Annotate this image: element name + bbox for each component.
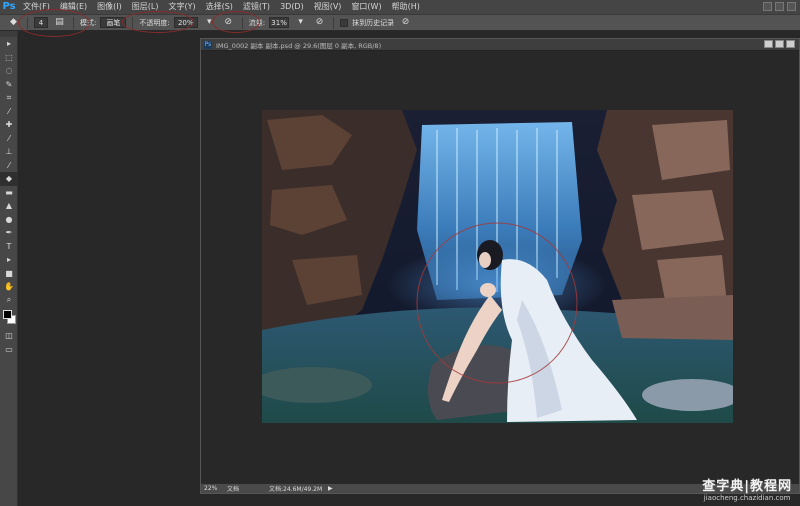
watermark-title: 查字典|教程网 bbox=[702, 479, 792, 494]
flow-dropdown-icon[interactable]: ▾ bbox=[294, 17, 307, 28]
maximize-button[interactable] bbox=[775, 2, 784, 11]
opacity-dropdown-icon[interactable]: ▾ bbox=[203, 17, 216, 28]
doc-label: 文档 bbox=[227, 486, 240, 493]
brush-size-value: 4 bbox=[38, 18, 44, 27]
color-swatches bbox=[0, 307, 18, 329]
doc-minimize-button[interactable] bbox=[764, 40, 773, 48]
path-select-icon[interactable]: ▸ bbox=[0, 253, 18, 267]
document-window-controls bbox=[764, 40, 795, 48]
menu-filter[interactable]: 滤镜(T) bbox=[238, 0, 275, 14]
shape-icon[interactable]: ■ bbox=[0, 267, 18, 281]
status-menu-arrow-icon[interactable]: ▶ bbox=[328, 485, 333, 492]
woman-face bbox=[479, 252, 491, 268]
doc-close-button[interactable] bbox=[786, 40, 795, 48]
zoom-level[interactable]: 22% bbox=[201, 485, 227, 492]
app-window-controls bbox=[763, 2, 796, 11]
menu-image[interactable]: 图像(I) bbox=[92, 0, 127, 14]
toolbox: ▸ ⬚ ◌ ✎ ⌗ ⁄ ✚ ⁄ ⊥ ⁄ ◆ ▬ ▲ ● ✒ T ▸ ■ ✋ ⌕ ◫ ▭ bbox=[0, 31, 18, 506]
options-bar: ◆ 4 ▤ 模式: 画笔 不透明度: 20% ▾ ⊘ 流量: 31% ▾ ⊘ 抹… bbox=[0, 9, 800, 37]
erase-history-checkbox[interactable] bbox=[340, 18, 349, 27]
gradient-icon[interactable]: ▬ bbox=[0, 186, 18, 200]
watermark-url: jiaocheng.chazidian.com bbox=[703, 494, 791, 502]
brush-icon[interactable]: ⁄ bbox=[0, 132, 18, 146]
menu-select[interactable]: 选择(S) bbox=[201, 0, 238, 14]
clone-stamp-icon[interactable]: ⊥ bbox=[0, 145, 18, 159]
pressure-size-icon[interactable]: ⊘ bbox=[399, 17, 412, 28]
opacity-value: 20% bbox=[177, 18, 194, 27]
mode-select[interactable]: 画笔 bbox=[100, 17, 127, 28]
menu-file[interactable]: 文件(F) bbox=[18, 0, 55, 14]
zoom-icon[interactable]: ⌕ bbox=[0, 294, 18, 308]
eyedropper-icon[interactable]: ⁄ bbox=[0, 105, 18, 119]
lasso-icon[interactable]: ◌ bbox=[0, 64, 18, 78]
close-button[interactable] bbox=[787, 2, 796, 11]
type-icon[interactable]: T bbox=[0, 240, 18, 254]
erase-history-label: 抹到历史记录 bbox=[352, 18, 395, 27]
flow-label: 流量: bbox=[248, 18, 266, 27]
divider bbox=[73, 16, 74, 29]
doc-restore-button[interactable] bbox=[775, 40, 784, 48]
site-watermark: 查字典|教程网 jiaocheng.chazidian.com bbox=[702, 475, 792, 502]
foreground-color-swatch[interactable] bbox=[3, 310, 12, 319]
screen-mode-icon[interactable]: ▭ bbox=[0, 343, 18, 357]
brush-size-picker[interactable]: 4 bbox=[34, 17, 48, 28]
quick-mask-icon[interactable]: ◫ bbox=[0, 329, 18, 343]
menu-type[interactable]: 文字(Y) bbox=[163, 0, 200, 14]
menu-view[interactable]: 视图(V) bbox=[309, 0, 347, 14]
quick-select-icon[interactable]: ✎ bbox=[0, 78, 18, 92]
blur-icon[interactable]: ▲ bbox=[0, 199, 18, 213]
document-info: 文档:24.6M/49.2M bbox=[269, 486, 323, 493]
minimize-button[interactable] bbox=[763, 2, 772, 11]
eraser-icon[interactable]: ◆ bbox=[0, 172, 18, 186]
document-ps-icon: Ps bbox=[204, 40, 212, 49]
divider bbox=[132, 16, 134, 29]
photoshop-logo: Ps bbox=[2, 1, 16, 12]
document-tab[interactable]: Ps IMG_0002 副本 副本.psd @ 29.6(图层 0 副本, RG… bbox=[201, 39, 799, 51]
mode-value: 画笔 bbox=[106, 18, 121, 27]
menu-window[interactable]: 窗口(W) bbox=[346, 0, 386, 14]
canvas-area[interactable] bbox=[201, 51, 799, 483]
mode-label: 模式: bbox=[80, 18, 97, 27]
flow-value: 31% bbox=[271, 18, 287, 27]
flow-field[interactable]: 31% bbox=[269, 17, 290, 28]
document-title: IMG_0002 副本 副本.psd @ 29.6(图层 0 副本, RGB/8… bbox=[216, 41, 382, 50]
menu-edit[interactable]: 编辑(E) bbox=[55, 0, 92, 14]
hand-icon[interactable]: ✋ bbox=[0, 280, 18, 294]
menu-help[interactable]: 帮助(H) bbox=[387, 0, 425, 14]
crop-icon[interactable]: ⌗ bbox=[0, 91, 18, 105]
menu-3d[interactable]: 3D(D) bbox=[275, 0, 309, 14]
woman-hands bbox=[480, 283, 496, 297]
opacity-field[interactable]: 20% bbox=[173, 17, 198, 28]
move-icon[interactable]: ▸ bbox=[0, 37, 18, 51]
eraser-tool-preset-icon[interactable]: ◆ bbox=[7, 17, 20, 28]
divider bbox=[333, 16, 335, 29]
airbrush-icon[interactable]: ⊘ bbox=[313, 17, 326, 28]
marquee-icon[interactable]: ⬚ bbox=[0, 51, 18, 65]
history-brush-icon[interactable]: ⁄ bbox=[0, 159, 18, 173]
menu-layer[interactable]: 图层(L) bbox=[127, 0, 164, 14]
right-ledge bbox=[612, 295, 733, 340]
tool-list: ▸ ⬚ ◌ ✎ ⌗ ⁄ ✚ ⁄ ⊥ ⁄ ◆ ▬ ▲ ● ✒ T ▸ ■ ✋ ⌕ bbox=[0, 37, 18, 308]
dodge-icon[interactable]: ● bbox=[0, 213, 18, 227]
healing-brush-icon[interactable]: ✚ bbox=[0, 118, 18, 132]
divider bbox=[241, 16, 243, 29]
opacity-label: 不透明度: bbox=[139, 18, 170, 27]
document-window: Ps IMG_0002 副本 副本.psd @ 29.6(图层 0 副本, RG… bbox=[200, 38, 800, 494]
divider bbox=[27, 16, 28, 29]
brush-panel-toggle-icon[interactable]: ▤ bbox=[53, 17, 66, 28]
photo-canvas[interactable] bbox=[262, 110, 733, 423]
pen-icon[interactable]: ✒ bbox=[0, 226, 18, 240]
pressure-opacity-icon[interactable]: ⊘ bbox=[222, 17, 235, 28]
menu-bar: Ps 文件(F) 编辑(E) 图像(I) 图层(L) 文字(Y) 选择(S) 滤… bbox=[0, 0, 800, 14]
